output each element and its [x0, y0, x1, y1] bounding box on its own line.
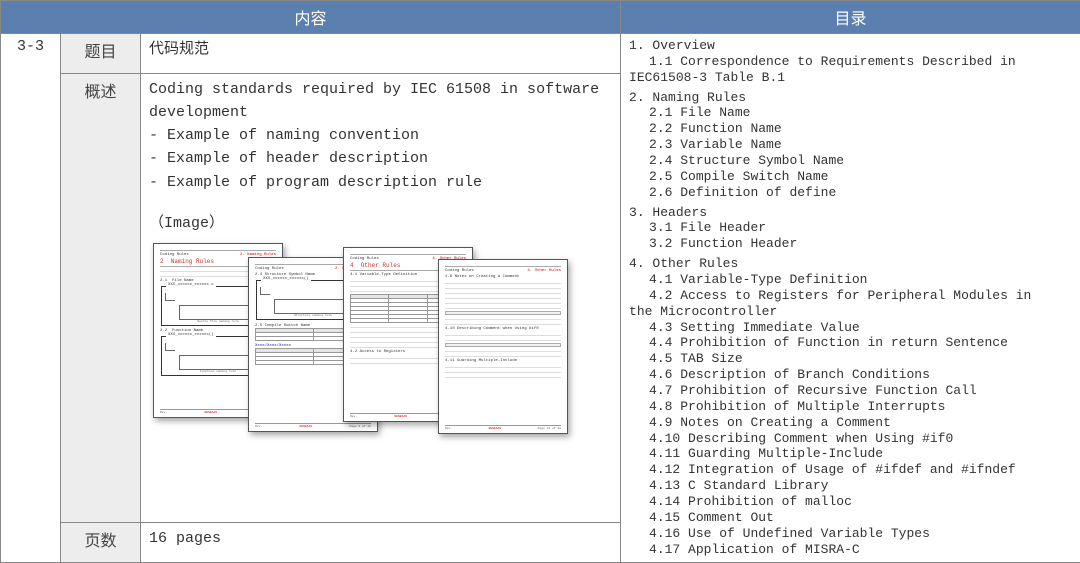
toc-4-5: 4.5 TAB Size — [629, 351, 1072, 367]
title-value: 代码规范 — [141, 34, 621, 74]
toc-4: 4. Other Rules — [629, 256, 1072, 272]
label-title: 题目 — [61, 34, 141, 74]
toc-3-2: 3.2 Function Header — [629, 236, 1072, 252]
toc-1-1b: IEC61508-3 Table B.1 — [629, 70, 1072, 86]
toc-4-8: 4.8 Prohibition of Multiple Interrupts — [629, 399, 1072, 415]
toc-4-15: 4.15 Comment Out — [629, 510, 1072, 526]
toc-2-1: 2.1 File Name — [629, 105, 1072, 121]
toc-2-3: 2.3 Variable Name — [629, 137, 1072, 153]
toc-3-1: 3.1 File Header — [629, 220, 1072, 236]
summary-ex2: - Example of header description — [149, 147, 612, 170]
toc-2-2: 2.2 Function Name — [629, 121, 1072, 137]
toc-4-14: 4.14 Prohibition of malloc — [629, 494, 1072, 510]
toc-4-12: 4.12 Integration of Usage of #ifdef and … — [629, 462, 1072, 478]
row-id: 3-3 — [1, 34, 61, 563]
toc-1-1: 1.1 Correspondence to Requirements Descr… — [629, 54, 1072, 70]
label-summary: 概述 — [61, 73, 141, 522]
toc-2-6: 2.6 Definition of define — [629, 185, 1072, 201]
toc-2-5: 2.5 Compile Switch Name — [629, 169, 1072, 185]
header-content: 内容 — [1, 1, 621, 34]
pages-value: 16 pages — [141, 522, 621, 562]
toc-4-9: 4.9 Notes on Creating a Comment — [629, 415, 1072, 431]
toc-4-4: 4.4 Prohibition of Function in return Se… — [629, 335, 1072, 351]
header-toc: 目录 — [621, 1, 1080, 34]
toc-1: 1. Overview — [629, 38, 1072, 54]
toc-cell: 1. Overview 1.1 Correspondence to Requir… — [621, 34, 1080, 563]
toc-2-4: 2.4 Structure Symbol Name — [629, 153, 1072, 169]
toc-4-16: 4.16 Use of Undefined Variable Types — [629, 526, 1072, 542]
toc-4-11: 4.11 Guarding Multiple-Include — [629, 446, 1072, 462]
toc-3: 3. Headers — [629, 205, 1072, 221]
summary-cell: Coding standards required by IEC 61508 i… — [141, 73, 621, 522]
label-pages: 页数 — [61, 522, 141, 562]
toc-2: 2. Naming Rules — [629, 90, 1072, 106]
toc-4-7: 4.7 Prohibition of Recursive Function Ca… — [629, 383, 1072, 399]
summary-ex1: - Example of naming convention — [149, 124, 612, 147]
toc-4-2: 4.2 Access to Registers for Peripheral M… — [629, 288, 1072, 304]
summary-ex3: - Example of program description rule — [149, 171, 612, 194]
toc-4-10: 4.10 Describing Comment when Using #if0 — [629, 431, 1072, 447]
thumbnail-page-4: Coding Rules4. Other Rules 4.9 Notes on … — [438, 259, 568, 434]
toc-4-1: 4.1 Variable-Type Definition — [629, 272, 1072, 288]
document-table: 内容 目录 3-3 题目 代码规范 1. Overview 1.1 Corres… — [0, 0, 1080, 563]
image-label: （Image） — [149, 212, 612, 235]
toc-4-17: 4.17 Application of MISRA-C — [629, 542, 1072, 558]
toc-4-3: 4.3 Setting Immediate Value — [629, 320, 1072, 336]
toc-4-13: 4.13 C Standard Library — [629, 478, 1072, 494]
header-row: 内容 目录 — [1, 1, 1080, 34]
thumbnail-row: Coding Rules2. Naming Rules 2 Naming Rul… — [153, 243, 573, 443]
toc-4-2b: the Microcontroller — [629, 304, 1072, 320]
toc-4-6: 4.6 Description of Branch Conditions — [629, 367, 1072, 383]
summary-intro: Coding standards required by IEC 61508 i… — [149, 78, 612, 125]
